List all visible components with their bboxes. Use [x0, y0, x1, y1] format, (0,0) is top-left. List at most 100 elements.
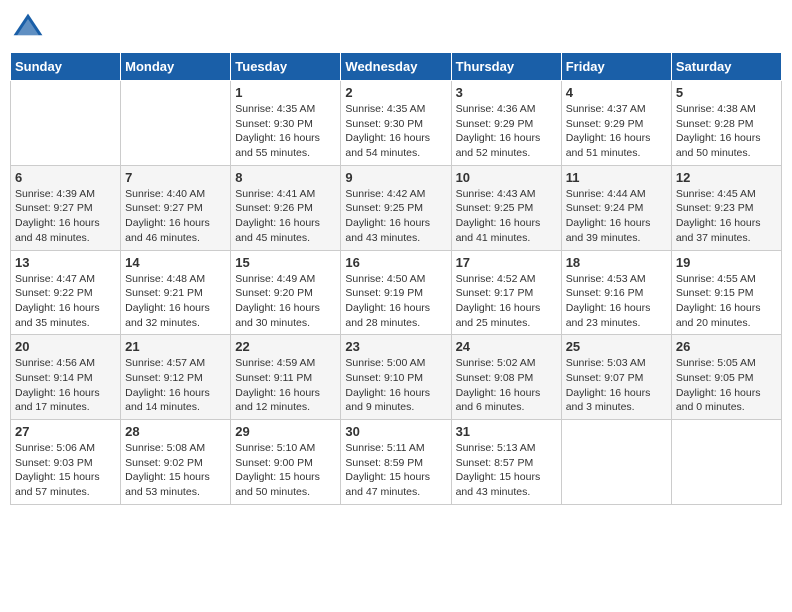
- day-number: 9: [345, 170, 446, 185]
- day-info: Sunrise: 5:05 AM Sunset: 9:05 PM Dayligh…: [676, 356, 777, 415]
- day-cell: 16Sunrise: 4:50 AM Sunset: 9:19 PM Dayli…: [341, 250, 451, 335]
- day-cell: 25 Sunrise: 5:03 AM Sunset: 9:07 PM Dayli…: [561, 335, 671, 420]
- day-info: Sunrise: 4:56 AM Sunset: 9:14 PM Dayligh…: [15, 356, 116, 415]
- day-cell: 26 Sunrise: 5:05 AM Sunset: 9:05 PM Dayli…: [671, 335, 781, 420]
- day-cell: 7 Sunrise: 4:40 AM Sunset: 9:27 PM Daylig…: [121, 165, 231, 250]
- week-row-1: 1Sunrise: 4:35 AM Sunset: 9:30 PM Daylig…: [11, 81, 782, 166]
- day-cell: 23 Sunrise: 5:00 AM Sunset: 9:10 PM Dayli…: [341, 335, 451, 420]
- day-number: 27: [15, 424, 116, 439]
- day-info: Sunrise: 4:55 AM Sunset: 9:15 PM Dayligh…: [676, 272, 777, 331]
- day-info: Sunrise: 5:06 AM Sunset: 9:03 PM Dayligh…: [15, 441, 116, 500]
- col-header-sunday: Sunday: [11, 53, 121, 81]
- day-cell: 15 Sunrise: 4:49 AM Sunset: 9:20 PM Dayli…: [231, 250, 341, 335]
- day-number: 21: [125, 339, 226, 354]
- day-info: Sunrise: 5:10 AM Sunset: 9:00 PM Dayligh…: [235, 441, 336, 500]
- calendar: SundayMondayTuesdayWednesdayThursdayFrid…: [10, 52, 782, 505]
- day-number: 3: [456, 85, 557, 100]
- day-number: 2: [345, 85, 446, 100]
- day-cell: [11, 81, 121, 166]
- day-info: Sunrise: 5:08 AM Sunset: 9:02 PM Dayligh…: [125, 441, 226, 500]
- logo: [10, 10, 50, 46]
- day-cell: 24 Sunrise: 5:02 AM Sunset: 9:08 PM Dayli…: [451, 335, 561, 420]
- day-cell: 9 Sunrise: 4:42 AM Sunset: 9:25 PM Daylig…: [341, 165, 451, 250]
- logo-icon: [10, 10, 46, 46]
- day-cell: 27 Sunrise: 5:06 AM Sunset: 9:03 PM Dayli…: [11, 420, 121, 505]
- day-cell: 3 Sunrise: 4:36 AM Sunset: 9:29 PM Daylig…: [451, 81, 561, 166]
- day-info: Sunrise: 4:59 AM Sunset: 9:11 PM Dayligh…: [235, 356, 336, 415]
- day-cell: 28 Sunrise: 5:08 AM Sunset: 9:02 PM Dayli…: [121, 420, 231, 505]
- day-info: Sunrise: 5:02 AM Sunset: 9:08 PM Dayligh…: [456, 356, 557, 415]
- day-info: Sunrise: 4:41 AM Sunset: 9:26 PM Dayligh…: [235, 187, 336, 246]
- day-info: Sunrise: 4:52 AM Sunset: 9:17 PM Dayligh…: [456, 272, 557, 331]
- day-cell: 10 Sunrise: 4:43 AM Sunset: 9:25 PM Dayli…: [451, 165, 561, 250]
- day-cell: 12Sunrise: 4:45 AM Sunset: 9:23 PM Dayli…: [671, 165, 781, 250]
- day-cell: 2 Sunrise: 4:35 AM Sunset: 9:30 PM Daylig…: [341, 81, 451, 166]
- day-info: Sunrise: 5:03 AM Sunset: 9:07 PM Dayligh…: [566, 356, 667, 415]
- col-header-friday: Friday: [561, 53, 671, 81]
- col-header-saturday: Saturday: [671, 53, 781, 81]
- day-info: Sunrise: 4:42 AM Sunset: 9:25 PM Dayligh…: [345, 187, 446, 246]
- day-cell: 29 Sunrise: 5:10 AM Sunset: 9:00 PM Dayli…: [231, 420, 341, 505]
- day-number: 6: [15, 170, 116, 185]
- day-cell: 21 Sunrise: 4:57 AM Sunset: 9:12 PM Dayli…: [121, 335, 231, 420]
- day-number: 13: [15, 255, 116, 270]
- day-cell: 1Sunrise: 4:35 AM Sunset: 9:30 PM Daylig…: [231, 81, 341, 166]
- col-header-monday: Monday: [121, 53, 231, 81]
- day-info: Sunrise: 4:39 AM Sunset: 9:27 PM Dayligh…: [15, 187, 116, 246]
- day-info: Sunrise: 4:40 AM Sunset: 9:27 PM Dayligh…: [125, 187, 226, 246]
- day-cell: 17 Sunrise: 4:52 AM Sunset: 9:17 PM Dayli…: [451, 250, 561, 335]
- day-number: 30: [345, 424, 446, 439]
- day-number: 25: [566, 339, 667, 354]
- day-number: 10: [456, 170, 557, 185]
- day-info: Sunrise: 4:48 AM Sunset: 9:21 PM Dayligh…: [125, 272, 226, 331]
- day-info: Sunrise: 4:35 AM Sunset: 9:30 PM Dayligh…: [235, 102, 336, 161]
- day-cell: 11Sunrise: 4:44 AM Sunset: 9:24 PM Dayli…: [561, 165, 671, 250]
- day-cell: 6 Sunrise: 4:39 AM Sunset: 9:27 PM Daylig…: [11, 165, 121, 250]
- day-number: 7: [125, 170, 226, 185]
- day-number: 17: [456, 255, 557, 270]
- day-number: 4: [566, 85, 667, 100]
- day-info: Sunrise: 4:50 AM Sunset: 9:19 PM Dayligh…: [345, 272, 446, 331]
- day-info: Sunrise: 4:47 AM Sunset: 9:22 PM Dayligh…: [15, 272, 116, 331]
- day-cell: 18Sunrise: 4:53 AM Sunset: 9:16 PM Dayli…: [561, 250, 671, 335]
- day-number: 15: [235, 255, 336, 270]
- day-number: 28: [125, 424, 226, 439]
- day-cell: [121, 81, 231, 166]
- day-cell: 20 Sunrise: 4:56 AM Sunset: 9:14 PM Dayli…: [11, 335, 121, 420]
- day-info: Sunrise: 4:57 AM Sunset: 9:12 PM Dayligh…: [125, 356, 226, 415]
- day-number: 26: [676, 339, 777, 354]
- day-info: Sunrise: 4:35 AM Sunset: 9:30 PM Dayligh…: [345, 102, 446, 161]
- day-number: 20: [15, 339, 116, 354]
- header-row: SundayMondayTuesdayWednesdayThursdayFrid…: [11, 53, 782, 81]
- day-info: Sunrise: 4:44 AM Sunset: 9:24 PM Dayligh…: [566, 187, 667, 246]
- day-number: 14: [125, 255, 226, 270]
- day-number: 31: [456, 424, 557, 439]
- week-row-3: 13 Sunrise: 4:47 AM Sunset: 9:22 PM Dayli…: [11, 250, 782, 335]
- page-header: [10, 10, 782, 46]
- day-number: 24: [456, 339, 557, 354]
- day-info: Sunrise: 5:11 AM Sunset: 8:59 PM Dayligh…: [345, 441, 446, 500]
- day-cell: 22 Sunrise: 4:59 AM Sunset: 9:11 PM Dayli…: [231, 335, 341, 420]
- week-row-2: 6 Sunrise: 4:39 AM Sunset: 9:27 PM Daylig…: [11, 165, 782, 250]
- day-info: Sunrise: 4:49 AM Sunset: 9:20 PM Dayligh…: [235, 272, 336, 331]
- col-header-wednesday: Wednesday: [341, 53, 451, 81]
- day-number: 19: [676, 255, 777, 270]
- day-number: 22: [235, 339, 336, 354]
- day-number: 5: [676, 85, 777, 100]
- day-cell: 14 Sunrise: 4:48 AM Sunset: 9:21 PM Dayli…: [121, 250, 231, 335]
- day-info: Sunrise: 5:00 AM Sunset: 9:10 PM Dayligh…: [345, 356, 446, 415]
- day-info: Sunrise: 4:53 AM Sunset: 9:16 PM Dayligh…: [566, 272, 667, 331]
- day-info: Sunrise: 4:38 AM Sunset: 9:28 PM Dayligh…: [676, 102, 777, 161]
- day-number: 12: [676, 170, 777, 185]
- day-info: Sunrise: 4:43 AM Sunset: 9:25 PM Dayligh…: [456, 187, 557, 246]
- day-cell: 19 Sunrise: 4:55 AM Sunset: 9:15 PM Dayli…: [671, 250, 781, 335]
- day-cell: 8Sunrise: 4:41 AM Sunset: 9:26 PM Daylig…: [231, 165, 341, 250]
- day-info: Sunrise: 5:13 AM Sunset: 8:57 PM Dayligh…: [456, 441, 557, 500]
- day-number: 23: [345, 339, 446, 354]
- day-cell: 30 Sunrise: 5:11 AM Sunset: 8:59 PM Dayli…: [341, 420, 451, 505]
- day-number: 29: [235, 424, 336, 439]
- day-cell: 5 Sunrise: 4:38 AM Sunset: 9:28 PM Daylig…: [671, 81, 781, 166]
- day-info: Sunrise: 4:36 AM Sunset: 9:29 PM Dayligh…: [456, 102, 557, 161]
- day-info: Sunrise: 4:37 AM Sunset: 9:29 PM Dayligh…: [566, 102, 667, 161]
- day-cell: [671, 420, 781, 505]
